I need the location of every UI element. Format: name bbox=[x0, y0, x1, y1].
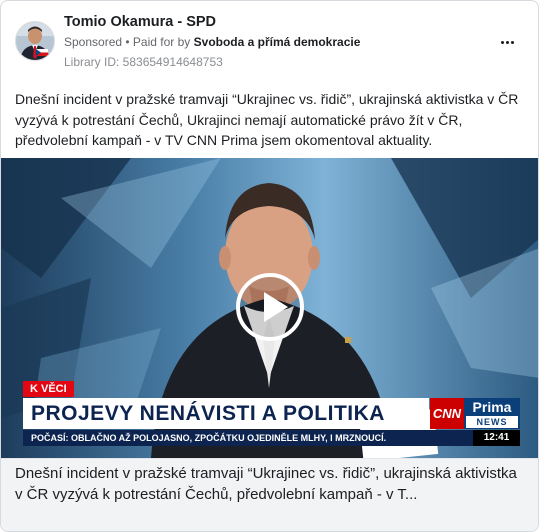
dot bbox=[510, 40, 514, 44]
library-id: Library ID: 583654914648753 bbox=[64, 55, 223, 69]
prima-news-logo: Prima NEWS bbox=[464, 398, 520, 429]
avatar-image bbox=[16, 22, 54, 60]
ad-body-text: Dnešní incident v pražské tramvaji “Ukra… bbox=[15, 91, 519, 148]
footer-link-text[interactable]: Dnešní incident v pražské tramvaji “Ukra… bbox=[15, 463, 525, 505]
dot bbox=[505, 40, 509, 44]
play-triangle bbox=[264, 292, 288, 322]
cnn-logo: CNN bbox=[430, 398, 464, 429]
news-logo-text: NEWS bbox=[466, 416, 518, 428]
tv-clock: 12:41 bbox=[473, 430, 520, 446]
paid-for-prefix: • Paid for by bbox=[125, 35, 191, 49]
more-dots-icon[interactable] bbox=[495, 33, 519, 51]
page-name[interactable]: Tomio Okamura - SPD bbox=[64, 14, 216, 30]
paid-by-name[interactable]: Svoboda a přímá demokracie bbox=[194, 35, 361, 49]
tv-ticker: POČASÍ: OBLAČNO AŽ POLOJASNO, ZPOČÁTKU O… bbox=[31, 433, 387, 443]
dot bbox=[500, 40, 504, 44]
sponsored-label: Sponsored bbox=[64, 35, 123, 49]
tv-segment-tag: K VĚCI bbox=[23, 381, 74, 397]
sponsored-line: Sponsored • Paid for by Svoboda a přímá … bbox=[64, 35, 360, 49]
tv-headline: PROJEVY NENÁVISTI A POLITIKA bbox=[31, 402, 385, 425]
ad-header: Tomio Okamura - SPD Sponsored • Paid for… bbox=[1, 1, 538, 81]
avatar[interactable] bbox=[15, 21, 55, 61]
prima-logo-text: Prima bbox=[472, 399, 512, 415]
play-icon[interactable] bbox=[236, 273, 304, 341]
ad-card: Tomio Okamura - SPD Sponsored • Paid for… bbox=[0, 0, 539, 532]
